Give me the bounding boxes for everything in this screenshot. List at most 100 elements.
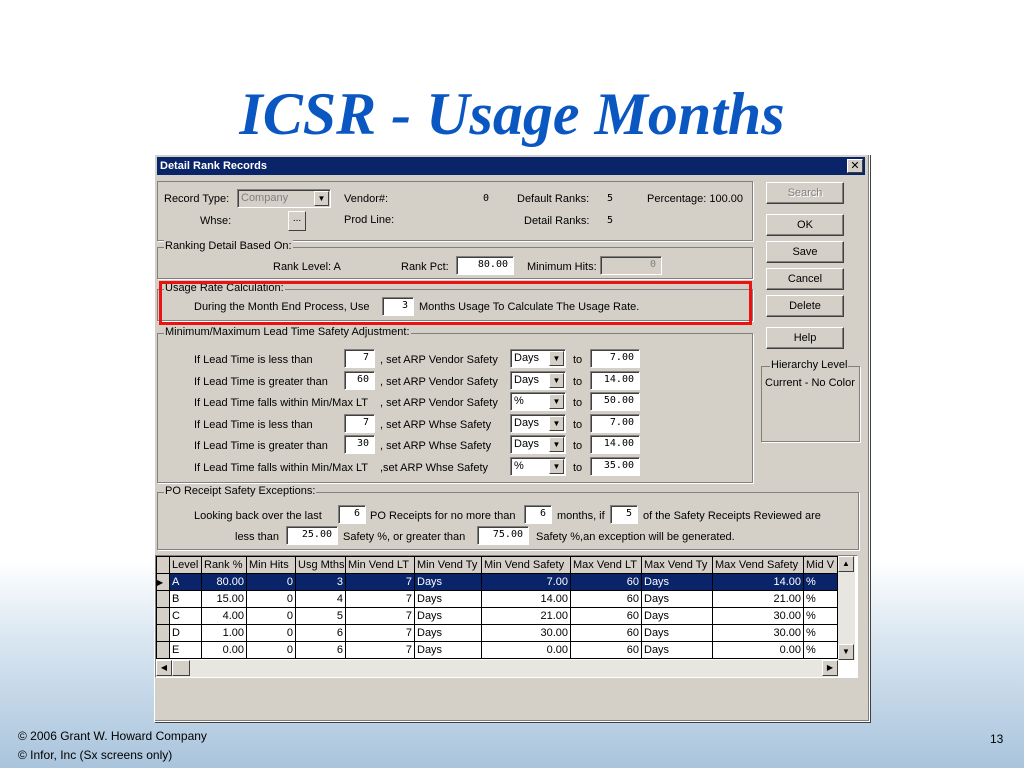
table-row[interactable]: D 1.00 0 6 7 Days 30.00 60 Days 30.00% bbox=[156, 624, 838, 642]
table-cell[interactable]: E bbox=[169, 641, 202, 659]
table-cell[interactable]: Days bbox=[414, 573, 482, 591]
safety-unit-select[interactable]: Days ▼ bbox=[510, 413, 566, 433]
delete-button[interactable]: Delete bbox=[766, 295, 844, 317]
table-cell[interactable]: Days bbox=[641, 641, 713, 659]
table-cell[interactable]: 6 bbox=[295, 624, 346, 642]
table-cell[interactable]: 0.00 bbox=[201, 641, 247, 659]
table-cell[interactable]: Days bbox=[641, 624, 713, 642]
table-cell[interactable]: 3 bbox=[295, 573, 346, 591]
row-pointer-icon[interactable]: ▶ bbox=[156, 573, 170, 591]
column-header[interactable]: Min Hits bbox=[246, 556, 296, 574]
scroll-down-icon[interactable]: ▼ bbox=[838, 644, 854, 660]
table-cell[interactable]: Days bbox=[641, 607, 713, 625]
column-header[interactable]: Min Vend LT bbox=[345, 556, 415, 574]
table-cell[interactable]: Days bbox=[641, 590, 713, 608]
whse-lookup-button[interactable]: ... bbox=[288, 211, 306, 231]
chevron-down-icon[interactable]: ▼ bbox=[549, 372, 564, 388]
table-row[interactable]: C 4.00 0 5 7 Days 21.00 60 Days 30.00% bbox=[156, 607, 838, 625]
column-header[interactable]: Rank % bbox=[201, 556, 247, 574]
table-cell[interactable]: 60 bbox=[570, 641, 642, 659]
table-cell[interactable]: 7 bbox=[345, 590, 415, 608]
column-header[interactable]: Max Vend Ty bbox=[641, 556, 713, 574]
min-hits-field[interactable]: 0 bbox=[600, 256, 662, 275]
chevron-down-icon[interactable]: ▼ bbox=[314, 191, 329, 206]
table-cell[interactable]: % bbox=[803, 641, 838, 659]
grid-horizontal-scrollbar[interactable]: ◀ ▶ bbox=[156, 660, 838, 677]
scroll-up-icon[interactable]: ▲ bbox=[838, 556, 854, 572]
table-cell[interactable]: 4.00 bbox=[201, 607, 247, 625]
table-cell[interactable]: A bbox=[169, 573, 202, 591]
po-months-field[interactable]: 6 bbox=[524, 505, 552, 524]
lead-time-days-field[interactable]: 30 bbox=[344, 435, 375, 454]
cancel-button[interactable]: Cancel bbox=[766, 268, 844, 290]
chevron-down-icon[interactable]: ▼ bbox=[549, 394, 564, 409]
table-cell[interactable]: 0.00 bbox=[481, 641, 571, 659]
table-cell[interactable]: Days bbox=[414, 590, 482, 608]
table-cell[interactable]: 0 bbox=[246, 624, 296, 642]
table-cell[interactable]: 30.00 bbox=[712, 624, 804, 642]
safety-unit-select[interactable]: % ▼ bbox=[510, 456, 566, 476]
table-cell[interactable]: % bbox=[803, 624, 838, 642]
table-cell[interactable]: B bbox=[169, 590, 202, 608]
table-cell[interactable]: % bbox=[803, 573, 838, 591]
safety-unit-select[interactable]: % ▼ bbox=[510, 392, 566, 411]
table-cell[interactable]: 60 bbox=[570, 607, 642, 625]
table-cell[interactable]: 60 bbox=[570, 624, 642, 642]
table-cell[interactable]: 7 bbox=[345, 624, 415, 642]
scroll-right-icon[interactable]: ▶ bbox=[822, 660, 838, 676]
column-header[interactable]: Min Vend Safety bbox=[481, 556, 571, 574]
chevron-down-icon[interactable]: ▼ bbox=[549, 415, 564, 431]
table-cell[interactable]: 15.00 bbox=[201, 590, 247, 608]
table-cell[interactable]: C bbox=[169, 607, 202, 625]
table-cell[interactable]: 6 bbox=[295, 641, 346, 659]
table-cell[interactable]: 0 bbox=[246, 641, 296, 659]
table-row[interactable]: B 15.00 0 4 7 Days 14.00 60 Days 21.00% bbox=[156, 590, 838, 608]
table-row[interactable]: E 0.00 0 6 7 Days 0.00 60 Days 0.00% bbox=[156, 641, 838, 659]
table-cell[interactable]: 80.00 bbox=[201, 573, 247, 591]
table-cell[interactable]: 14.00 bbox=[481, 590, 571, 608]
lead-time-days-field[interactable]: 60 bbox=[344, 370, 375, 390]
column-header[interactable]: Level bbox=[169, 556, 202, 574]
lead-time-days-field[interactable]: 7 bbox=[344, 349, 375, 368]
column-header[interactable]: Min Vend Ty bbox=[414, 556, 482, 574]
chevron-down-icon[interactable]: ▼ bbox=[549, 458, 564, 474]
lead-time-days-field[interactable]: 7 bbox=[344, 413, 375, 433]
grid-vertical-scrollbar[interactable]: ▲ ▼ bbox=[838, 556, 855, 660]
safety-value-field[interactable]: 7.00 bbox=[590, 349, 640, 368]
table-cell[interactable]: 60 bbox=[570, 590, 642, 608]
table-cell[interactable]: 7 bbox=[345, 573, 415, 591]
table-cell[interactable]: 21.00 bbox=[481, 607, 571, 625]
table-cell[interactable]: Days bbox=[641, 573, 713, 591]
table-cell[interactable]: 60 bbox=[570, 573, 642, 591]
table-cell[interactable]: 0 bbox=[246, 607, 296, 625]
po-receipts-field[interactable]: 5 bbox=[610, 505, 638, 524]
scroll-thumb[interactable] bbox=[172, 660, 190, 676]
rank-pct-field[interactable]: 80.00 bbox=[456, 256, 514, 275]
table-cell[interactable]: Days bbox=[414, 607, 482, 625]
column-header[interactable]: Mid V bbox=[803, 556, 838, 574]
safety-value-field[interactable]: 14.00 bbox=[590, 370, 640, 390]
save-button[interactable]: Save bbox=[766, 241, 844, 263]
table-cell[interactable]: 7 bbox=[345, 607, 415, 625]
po-lookback-field[interactable]: 6 bbox=[338, 505, 366, 524]
table-cell[interactable]: 7 bbox=[345, 641, 415, 659]
row-indicator[interactable] bbox=[156, 641, 170, 659]
help-button[interactable]: Help bbox=[766, 327, 844, 349]
table-cell[interactable]: 1.00 bbox=[201, 624, 247, 642]
safety-value-field[interactable]: 50.00 bbox=[590, 392, 640, 411]
po-less-than-field[interactable]: 25.00 bbox=[286, 526, 338, 545]
table-cell[interactable]: % bbox=[803, 590, 838, 608]
table-cell[interactable]: % bbox=[803, 607, 838, 625]
table-cell[interactable]: 30.00 bbox=[481, 624, 571, 642]
table-cell[interactable]: 30.00 bbox=[712, 607, 804, 625]
table-cell[interactable]: 0 bbox=[246, 573, 296, 591]
safety-unit-select[interactable]: Days ▼ bbox=[510, 370, 566, 390]
table-cell[interactable]: 7.00 bbox=[481, 573, 571, 591]
chevron-down-icon[interactable]: ▼ bbox=[549, 437, 564, 452]
row-indicator[interactable] bbox=[156, 607, 170, 625]
search-button[interactable]: Search bbox=[766, 182, 844, 204]
table-cell[interactable]: Days bbox=[414, 624, 482, 642]
row-indicator[interactable] bbox=[156, 624, 170, 642]
record-type-select[interactable]: Company ▼ bbox=[237, 189, 331, 208]
safety-value-field[interactable]: 35.00 bbox=[590, 456, 640, 476]
